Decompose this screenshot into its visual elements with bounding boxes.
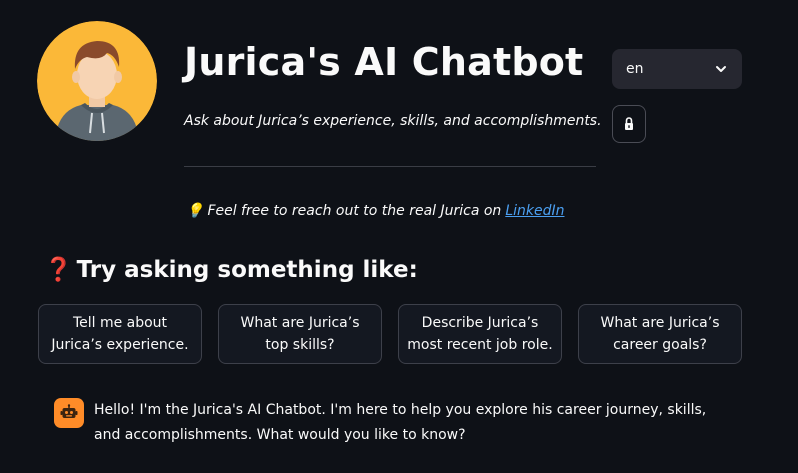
note-text: Feel free to reach out to the real Juric… — [207, 203, 502, 219]
suggestion-button-skills[interactable]: What are Jurica’s top skills? — [218, 304, 382, 364]
suggestion-buttons: Tell me about Jurica’s experience. What … — [38, 304, 742, 364]
suggestion-button-experience[interactable]: Tell me about Jurica’s experience. — [38, 304, 202, 364]
suggestion-button-recent-role[interactable]: Describe Jurica’s most recent job role. — [398, 304, 562, 364]
robot-icon — [60, 404, 78, 418]
suggestion-button-career-goals[interactable]: What are Jurica’s career goals? — [578, 304, 742, 364]
page-title: Jurica's AI Chatbot — [184, 40, 584, 84]
suggestions-heading: ❓ Try asking something like: — [44, 256, 418, 284]
linkedin-link[interactable]: LinkedIn — [505, 203, 564, 219]
chat-message: Hello! I'm the Jurica's AI Chatbot. I'm … — [54, 398, 754, 448]
language-select[interactable]: en — [612, 49, 742, 89]
chat-message-text: Hello! I'm the Jurica's AI Chatbot. I'm … — [94, 402, 707, 443]
page: Jurica's AI Chatbot Ask about Jurica’s e… — [0, 0, 798, 473]
page-subtitle: Ask about Jurica’s experience, skills, a… — [184, 113, 602, 129]
lock-icon — [625, 117, 633, 130]
chevron-down-icon — [716, 66, 726, 72]
profile-avatar — [37, 21, 157, 141]
lock-button[interactable] — [612, 105, 646, 143]
divider — [184, 166, 596, 167]
lightbulb-icon: 💡 — [186, 203, 204, 219]
suggestions-heading-text: Try asking something like: — [76, 256, 418, 283]
linkedin-note: 💡 Feel free to reach out to the real Jur… — [186, 203, 564, 219]
person-avatar-icon — [37, 21, 157, 141]
question-mark-icon: ❓ — [44, 257, 73, 283]
bot-avatar — [54, 398, 84, 428]
language-select-value: en — [626, 61, 644, 77]
